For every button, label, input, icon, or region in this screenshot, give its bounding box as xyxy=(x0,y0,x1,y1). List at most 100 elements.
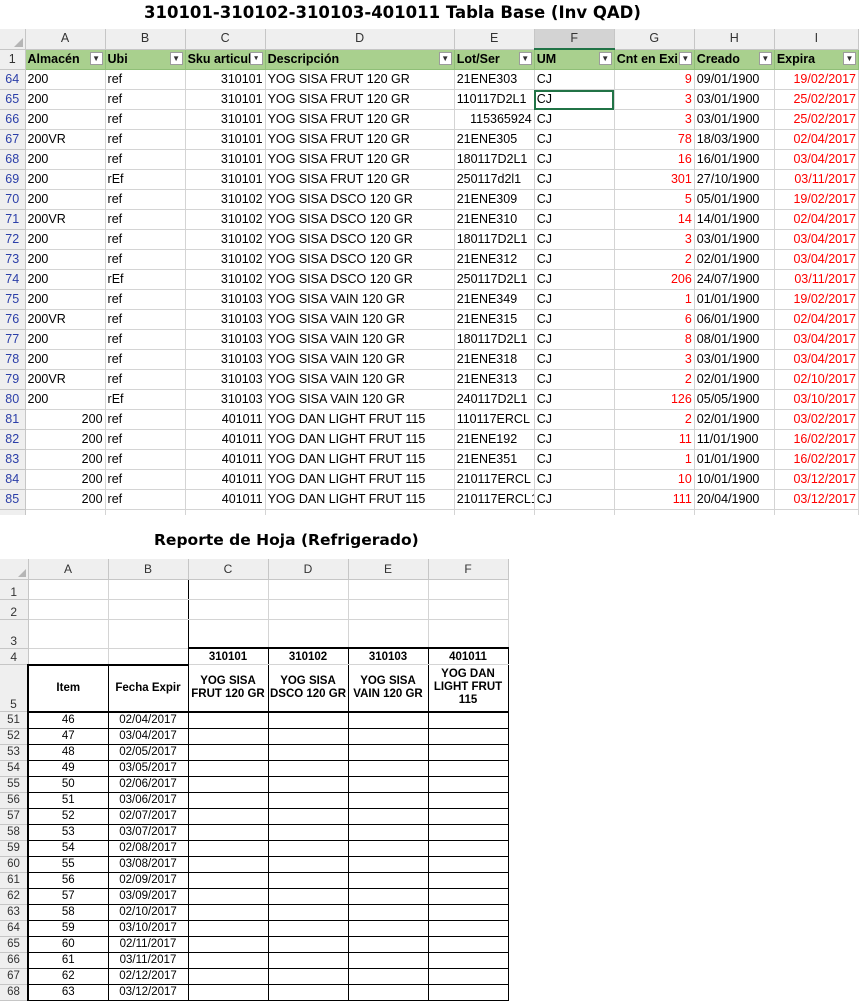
cell-e[interactable]: 110117D2L1 xyxy=(454,89,535,110)
column-header-A[interactable]: A xyxy=(28,559,109,580)
cell-e[interactable]: 250117d2l1 xyxy=(454,169,535,190)
item-cell[interactable]: 58 xyxy=(27,904,109,921)
row-header[interactable]: 5 xyxy=(0,664,29,712)
cell-d[interactable]: YOG DAN LIGHT FRUT 115 xyxy=(265,469,455,490)
column-header-D[interactable]: D xyxy=(268,559,349,580)
quantity-cell[interactable] xyxy=(268,888,349,905)
quantity-cell[interactable] xyxy=(268,711,349,729)
cell-i[interactable]: 02/04/2017 xyxy=(774,209,859,230)
quantity-cell[interactable] xyxy=(428,904,509,921)
cell-empty[interactable] xyxy=(28,648,109,665)
quantity-cell[interactable] xyxy=(268,872,349,889)
quantity-cell[interactable] xyxy=(268,776,349,793)
cell-h[interactable]: 05/05/1900 xyxy=(694,389,775,410)
quantity-cell[interactable] xyxy=(268,856,349,873)
cell-g[interactable]: 2 xyxy=(614,369,695,390)
row-header[interactable]: 83 xyxy=(0,449,26,470)
quantity-cell[interactable] xyxy=(348,744,429,761)
cell-c[interactable]: 310101 xyxy=(185,69,266,90)
cell-e[interactable]: 21ENE192 xyxy=(454,429,535,450)
fecha-cell[interactable]: 02/07/2017 xyxy=(108,808,189,825)
filter-dropdown-icon[interactable]: ▼ xyxy=(843,51,856,65)
cell-g[interactable]: 111 xyxy=(614,489,695,510)
cell-i[interactable]: 03/04/2017 xyxy=(774,329,859,350)
quantity-cell[interactable] xyxy=(188,872,269,889)
row-header[interactable]: 74 xyxy=(0,269,26,290)
item-cell[interactable]: 46 xyxy=(27,711,109,729)
cell-c[interactable]: 310101 xyxy=(185,149,266,170)
quantity-cell[interactable] xyxy=(428,952,509,969)
quantity-cell[interactable] xyxy=(188,920,269,937)
cell-b[interactable]: ref xyxy=(105,489,186,510)
cell-f[interactable]: CJ xyxy=(534,349,615,370)
cell-f[interactable]: CJ xyxy=(534,209,615,230)
cell-f[interactable]: CJ xyxy=(534,149,615,170)
cell-i[interactable]: 03/12/2017 xyxy=(774,469,859,490)
row-header[interactable]: 77 xyxy=(0,329,26,350)
quantity-cell[interactable] xyxy=(268,920,349,937)
filter-dropdown-icon[interactable]: ▼ xyxy=(598,52,612,65)
quantity-cell[interactable] xyxy=(348,984,429,1001)
quantity-cell[interactable] xyxy=(428,760,509,777)
quantity-cell[interactable] xyxy=(428,936,509,953)
cell-g[interactable]: 14 xyxy=(614,209,695,230)
cell-i[interactable]: 19/02/2017 xyxy=(774,289,859,310)
cell-d[interactable]: YOG SISA DSCO 120 GR xyxy=(265,209,455,230)
quantity-cell[interactable] xyxy=(348,856,429,873)
cell-d[interactable]: YOG SISA DSCO 120 GR xyxy=(265,189,455,210)
quantity-cell[interactable] xyxy=(188,936,269,953)
filter-header-cell[interactable]: Expira ▼ xyxy=(774,49,859,70)
cell-c[interactable]: 401011 xyxy=(185,469,266,490)
filter-dropdown-icon[interactable]: ▼ xyxy=(518,51,532,65)
row-header[interactable]: 72 xyxy=(0,229,26,250)
cell-b[interactable]: ref xyxy=(105,89,186,110)
cell-d[interactable]: YOG SISA DSCO 120 GR xyxy=(265,269,455,290)
item-cell[interactable]: 55 xyxy=(27,856,109,873)
product-header-cell[interactable]: YOG DAN LIGHT FRUT 115 xyxy=(428,664,509,713)
quantity-cell[interactable] xyxy=(268,760,349,777)
fecha-cell[interactable]: 03/04/2017 xyxy=(108,728,189,745)
quantity-cell[interactable] xyxy=(428,856,509,873)
row-header[interactable]: 85 xyxy=(0,489,26,510)
cell-c[interactable]: 310102 xyxy=(185,229,266,250)
filter-dropdown-icon[interactable]: ▼ xyxy=(438,51,452,65)
column-header-E[interactable]: E xyxy=(348,559,429,580)
cell-e[interactable]: 21ENE305 xyxy=(454,129,535,150)
cell-b[interactable]: ref xyxy=(105,349,186,370)
row-header[interactable]: 57 xyxy=(0,808,29,825)
cell-a[interactable]: 200 xyxy=(25,229,106,250)
cell-empty[interactable] xyxy=(108,619,189,649)
quantity-cell[interactable] xyxy=(188,792,269,809)
cell-d[interactable]: YOG SISA VAIN 120 GR xyxy=(265,329,455,350)
row-header[interactable]: 66 xyxy=(0,952,29,969)
cell-i[interactable]: 03/10/2017 xyxy=(774,389,859,410)
row-header[interactable]: 84 xyxy=(0,469,26,490)
cell-c[interactable]: 310102 xyxy=(185,269,266,290)
cell-b[interactable]: ref xyxy=(105,129,186,150)
cell-f[interactable]: CJ xyxy=(534,489,615,510)
cell-empty[interactable] xyxy=(28,619,109,649)
fecha-cell[interactable]: 03/09/2017 xyxy=(108,888,189,905)
sku-header-cell[interactable]: 310101 xyxy=(188,647,269,665)
cell-b[interactable]: ref xyxy=(105,189,186,210)
quantity-cell[interactable] xyxy=(268,952,349,969)
cell-h[interactable]: 14/01/1900 xyxy=(694,209,775,230)
product-header-cell[interactable]: YOG SISA DSCO 120 GR xyxy=(268,664,349,713)
filter-header-cell[interactable]: Ubi ▼ xyxy=(105,49,186,70)
cell-c[interactable]: 401011 xyxy=(185,409,266,430)
row-header[interactable]: 58 xyxy=(0,824,29,841)
item-cell[interactable]: 51 xyxy=(27,792,109,809)
row-header[interactable]: 65 xyxy=(0,89,26,110)
cell-i[interactable]: 16/02/2017 xyxy=(774,449,859,470)
cell-i[interactable]: 03/04/2017 xyxy=(774,349,859,370)
cell-d[interactable]: YOG DAN LIGHT FRUT 115 xyxy=(265,449,455,470)
quantity-cell[interactable] xyxy=(348,711,429,729)
cell-empty[interactable] xyxy=(268,579,349,600)
row-header[interactable]: 79 xyxy=(0,369,26,390)
quantity-cell[interactable] xyxy=(348,760,429,777)
row-header[interactable]: 67 xyxy=(0,129,26,150)
cell-b[interactable]: ref xyxy=(105,229,186,250)
cell-d[interactable]: YOG SISA VAIN 120 GR xyxy=(265,369,455,390)
cell-empty[interactable] xyxy=(428,619,509,649)
row-header[interactable]: 52 xyxy=(0,728,29,745)
